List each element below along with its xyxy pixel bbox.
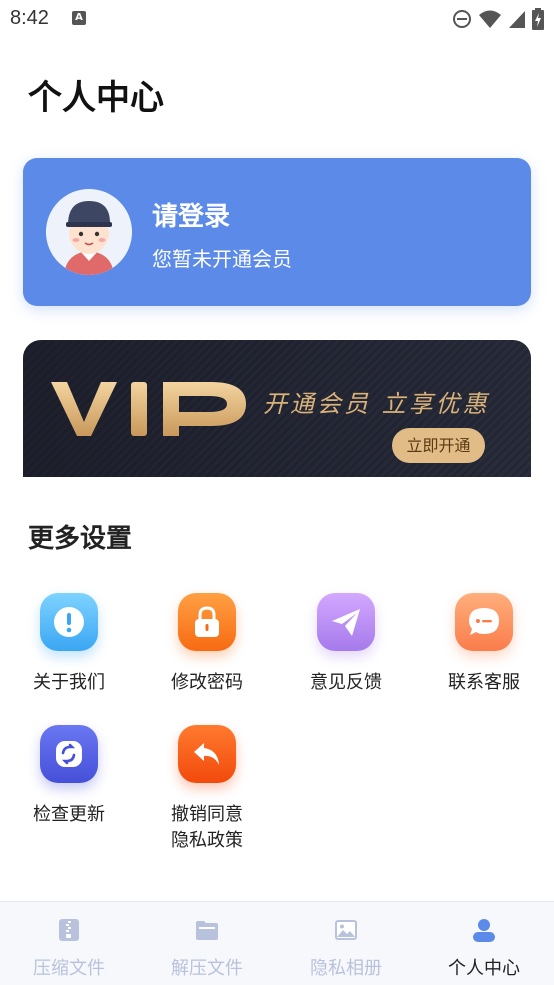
chat-icon <box>455 593 513 651</box>
paper-plane-icon <box>317 593 375 651</box>
menu-item-customer-service[interactable]: 联系客服 <box>424 593 544 696</box>
avatar[interactable] <box>46 189 132 275</box>
signal-icon <box>509 11 525 28</box>
vip-slogan: 开通会员 立享优惠 <box>263 390 490 418</box>
tab-extract-files[interactable]: 解压文件 <box>138 902 276 985</box>
page-title: 个人中心 <box>28 78 164 118</box>
menu-label: 联系客服 <box>448 672 520 693</box>
menu-label: 修改密码 <box>171 672 243 693</box>
status-bar: 8:42 A <box>0 0 554 38</box>
refresh-icon <box>40 725 98 783</box>
activate-vip-button[interactable]: 立即开通 <box>392 428 485 463</box>
menu-item-change-password[interactable]: 修改密码 <box>147 593 267 696</box>
lock-icon <box>178 593 236 651</box>
user-icon <box>473 919 495 942</box>
avatar-illustration-icon <box>46 189 132 275</box>
menu-item-revoke-privacy-consent[interactable]: 撤销同意 隐私政策 <box>147 725 267 854</box>
section-title: 更多设置 <box>28 524 133 554</box>
bottom-tab-bar: 压缩文件 解压文件 隐私相册 个人中心 <box>0 901 554 985</box>
vip-logo <box>51 382 246 436</box>
login-title[interactable]: 请登录 <box>152 196 230 233</box>
menu-item-about-us[interactable]: 关于我们 <box>9 593 129 696</box>
login-card[interactable]: 请登录 您暂未开通会员 <box>23 158 531 306</box>
notification-a-icon: A <box>72 11 86 25</box>
status-time: 8:42 <box>10 7 49 29</box>
status-icons <box>452 8 544 30</box>
wifi-icon <box>479 10 501 28</box>
vip-banner[interactable]: 开通会员 立享优惠 立即开通 <box>23 340 531 477</box>
image-icon <box>335 920 357 940</box>
tab-personal-center[interactable]: 个人中心 <box>415 902 553 985</box>
do-not-disturb-icon <box>453 10 471 28</box>
membership-status: 您暂未开通会员 <box>152 247 292 271</box>
folder-icon <box>196 921 218 940</box>
menu-label: 意见反馈 <box>310 672 382 693</box>
menu-label: 关于我们 <box>33 672 105 693</box>
info-icon <box>40 593 98 651</box>
zip-icon <box>59 919 79 941</box>
tab-label: 压缩文件 <box>33 958 105 979</box>
tab-private-album[interactable]: 隐私相册 <box>277 902 415 985</box>
battery-icon <box>532 8 544 30</box>
menu-label: 撤销同意 隐私政策 <box>171 804 243 851</box>
tab-label: 解压文件 <box>171 958 243 979</box>
tab-label: 隐私相册 <box>310 958 382 979</box>
undo-icon <box>178 725 236 783</box>
menu-item-check-update[interactable]: 检查更新 <box>9 725 129 828</box>
tab-label: 个人中心 <box>448 958 520 979</box>
tab-compress-files[interactable]: 压缩文件 <box>0 902 138 985</box>
menu-label: 检查更新 <box>33 804 105 825</box>
menu-item-feedback[interactable]: 意见反馈 <box>286 593 406 696</box>
